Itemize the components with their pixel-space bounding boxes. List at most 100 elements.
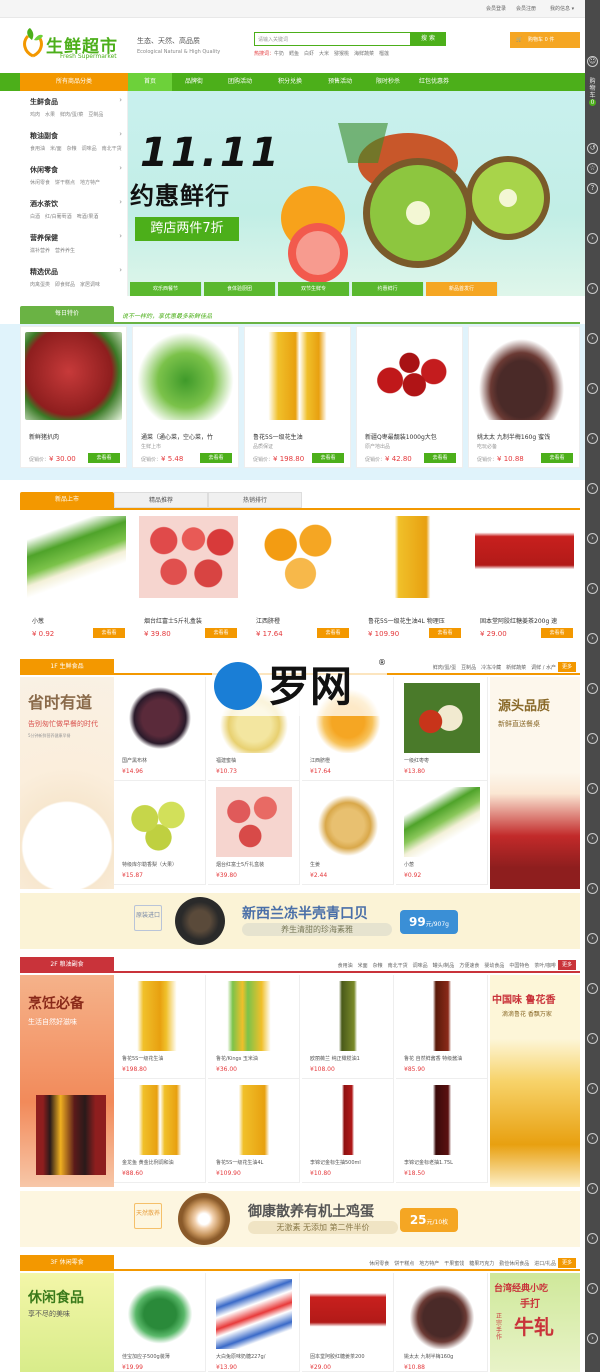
rail-arrow-icon[interactable]: › xyxy=(587,833,598,844)
product-cell[interactable]: 欧丽薇兰 纯正橄榄油1 ¥108.00 xyxy=(302,975,394,1079)
rail-arrow-icon[interactable]: › xyxy=(587,733,598,744)
product-card[interactable]: 鲁花5S一级花生油4L 物理压 ¥ 109.90 去看看 xyxy=(358,512,467,647)
menu-group-title[interactable]: 生鲜食品 xyxy=(30,97,122,107)
my-info-link[interactable]: 我的信息 ▾ xyxy=(550,5,574,12)
login-link[interactable]: 会员登录 xyxy=(486,5,506,12)
rail-arrow-icon[interactable]: › xyxy=(587,483,598,494)
product-name[interactable]: 新鲜猪扒肉 xyxy=(29,432,124,441)
product-name[interactable]: 鲁花5S一级花生油4L xyxy=(216,1159,300,1166)
product-image[interactable] xyxy=(25,332,122,420)
product-cell[interactable]: 李锦记金标老抽1.75L ¥18.50 xyxy=(396,1079,488,1183)
product-image[interactable] xyxy=(216,981,292,1051)
product-image[interactable] xyxy=(249,332,346,420)
menu-group-sub[interactable]: 食用油 米/面 杂粮 调味品 南北干货 xyxy=(30,145,122,152)
product-name[interactable]: 新疆Q枣最靓装1000g大包 xyxy=(365,432,460,441)
menu-group-sub[interactable]: 鸡肉 水果 鲜肉/蛋/菜 豆制品 xyxy=(30,111,122,118)
view-button[interactable]: 去看看 xyxy=(541,628,573,638)
product-image[interactable] xyxy=(310,981,386,1051)
floor-right-banner[interactable]: 源头品质 新鲜直送餐桌 xyxy=(490,677,580,889)
favorite-icon[interactable]: ☆ xyxy=(587,163,598,174)
product-image[interactable] xyxy=(122,981,198,1051)
product-card[interactable]: 新疆Q枣最靓装1000g大包 原产地出品 促销价：¥ 42.80 去看看 xyxy=(356,326,463,468)
product-name[interactable]: 姚太太 九制半梅160g xyxy=(404,1353,488,1360)
product-image[interactable] xyxy=(310,787,386,857)
product-name[interactable]: 一级红枣枣 xyxy=(404,757,488,764)
product-cell[interactable]: 特级库尔勒香梨（大果） ¥15.87 xyxy=(114,781,206,885)
product-card[interactable]: 江西脐橙 ¥ 17.64 去看看 xyxy=(246,512,355,647)
product-card[interactable]: 烟台红富士5斤礼盒装 ¥ 39.80 去看看 xyxy=(134,512,243,647)
more-button[interactable]: 更多 xyxy=(558,960,576,970)
menu-group-title[interactable]: 酒水茶饮 xyxy=(30,199,122,209)
menu-group[interactable]: 休闲零食休闲零食 饼干糕点 地方特产 xyxy=(30,165,122,186)
rail-arrow-icon[interactable]: › xyxy=(587,933,598,944)
product-image[interactable] xyxy=(404,1085,480,1155)
view-button[interactable]: 去看看 xyxy=(205,628,237,638)
rail-arrow-icon[interactable]: › xyxy=(587,1283,598,1294)
product-image[interactable] xyxy=(216,1279,292,1349)
product-name[interactable]: 烟台红富士5斤礼盒装 xyxy=(216,861,300,868)
rail-arrow-icon[interactable]: › xyxy=(587,683,598,694)
search-button[interactable]: 搜 索 xyxy=(410,32,446,46)
product-cell[interactable]: 鲁花5S一级花生油4L ¥109.90 xyxy=(208,1079,300,1183)
rail-cart-button[interactable]: 购物车 0 xyxy=(587,78,598,106)
rail-arrow-icon[interactable]: › xyxy=(587,583,598,594)
product-image[interactable] xyxy=(404,787,480,857)
product-image[interactable] xyxy=(139,516,238,598)
tab-new[interactable]: 新品上市 xyxy=(20,492,114,508)
product-name[interactable]: 李锦记金标老抽1.75L xyxy=(404,1159,488,1166)
product-cell[interactable]: 大白兔原味奶糖227g/ ¥13.90 xyxy=(208,1273,300,1372)
hot-words-list[interactable]: 牛奶 鳕鱼 白虾 大米 猕猴桃 海鲜蔬菜 榴莲 xyxy=(274,51,389,57)
product-cell[interactable]: 金龙鱼 黄金比例调和油 ¥88.60 xyxy=(114,1079,206,1183)
product-name[interactable]: 小葱 xyxy=(32,616,127,625)
banner-tab[interactable]: 食体验厨团 xyxy=(204,282,276,296)
rail-arrow-icon[interactable]: › xyxy=(587,783,598,794)
menu-group[interactable]: 精选优品肉禽蛋类 即食鲜品 家居调味 xyxy=(30,267,122,288)
nav-item-flash[interactable]: 限时秒杀 xyxy=(366,73,410,91)
banner-tab-active[interactable]: 新品首发行 xyxy=(426,282,498,296)
product-card[interactable]: 新鲜猪扒肉 促销价：¥ 30.00 去看看 xyxy=(20,326,127,468)
floor-title[interactable]: 2F 粮油副食 xyxy=(20,957,114,973)
product-image[interactable] xyxy=(475,516,574,598)
floor-right-banner[interactable]: 台湾经典小吃 手打 牛轧 正宗手作 xyxy=(490,1273,580,1372)
rail-arrow-icon[interactable]: › xyxy=(587,1233,598,1244)
floor-left-banner[interactable]: 休闲食品 享不尽的美味 xyxy=(20,1273,114,1372)
rail-arrow-icon[interactable]: › xyxy=(587,283,598,294)
view-button[interactable]: 去看看 xyxy=(88,453,120,463)
product-name[interactable]: 鲁花/Kings 玉米油 xyxy=(216,1055,300,1062)
rail-arrow-icon[interactable]: › xyxy=(587,1133,598,1144)
product-image[interactable] xyxy=(361,332,458,420)
banner-tag[interactable]: 跨店两件7折 xyxy=(135,217,239,241)
user-icon[interactable]: ☺ xyxy=(587,56,598,67)
rail-arrow-icon[interactable]: › xyxy=(587,433,598,444)
menu-group-title[interactable]: 休闲零食 xyxy=(30,165,122,175)
more-button[interactable]: 更多 xyxy=(558,662,576,672)
product-card[interactable]: 姚太太 九制半梅160g 蜜饯 吃玩必备 促销价：¥ 10.88 去看看 xyxy=(468,326,580,468)
menu-group-title[interactable]: 粮油副食 xyxy=(30,131,122,141)
rail-arrow-icon[interactable]: › xyxy=(587,383,598,394)
banner-tab[interactable]: 双节生鲜专 xyxy=(278,282,350,296)
rail-arrow-icon[interactable]: › xyxy=(587,633,598,644)
product-cell[interactable]: 鲁花 自然鲜酱香 特级酱油 ¥85.90 xyxy=(396,975,488,1079)
promo-banner-mussel[interactable]: 原装进口 新西兰冻半壳青口贝 养生清甜的珍海素雅 99元/907g xyxy=(20,893,580,949)
tab-hot[interactable]: 热销排行 xyxy=(208,492,302,508)
product-image[interactable] xyxy=(473,332,570,420)
product-name[interactable]: 佳宝加应子500g装薄 xyxy=(122,1353,206,1360)
product-name[interactable]: 生姜 xyxy=(310,861,394,868)
rail-arrow-icon[interactable]: › xyxy=(587,233,598,244)
banner-tab[interactable]: 欢乐西餐节 xyxy=(130,282,202,296)
product-name[interactable]: 江西脐橙 xyxy=(310,757,394,764)
rail-arrow-icon[interactable]: › xyxy=(587,1183,598,1194)
tab-recommend[interactable]: 精品推荐 xyxy=(114,492,208,508)
product-image[interactable] xyxy=(122,1085,198,1155)
product-name[interactable]: 鲁花 自然鲜酱香 特级酱油 xyxy=(404,1055,488,1062)
nav-item-presale[interactable]: 预售活动 xyxy=(318,73,362,91)
menu-group-sub[interactable]: 肉禽蛋类 即食鲜品 家居调味 xyxy=(30,281,122,288)
rail-arrow-icon[interactable]: › xyxy=(587,1333,598,1344)
logo-icon[interactable] xyxy=(22,26,44,58)
all-categories-button[interactable]: 所有商品分类 xyxy=(20,73,128,91)
menu-group[interactable]: 营养保健滋补营养 营养养生 xyxy=(30,233,122,254)
menu-group[interactable]: 生鲜食品鸡肉 水果 鲜肉/蛋/菜 豆制品 xyxy=(30,97,122,118)
product-cell[interactable]: 烟台红富士5斤礼盒装 ¥39.80 xyxy=(208,781,300,885)
menu-group-sub[interactable]: 休闲零食 饼干糕点 地方特产 xyxy=(30,179,122,186)
view-button[interactable]: 去看看 xyxy=(317,628,349,638)
